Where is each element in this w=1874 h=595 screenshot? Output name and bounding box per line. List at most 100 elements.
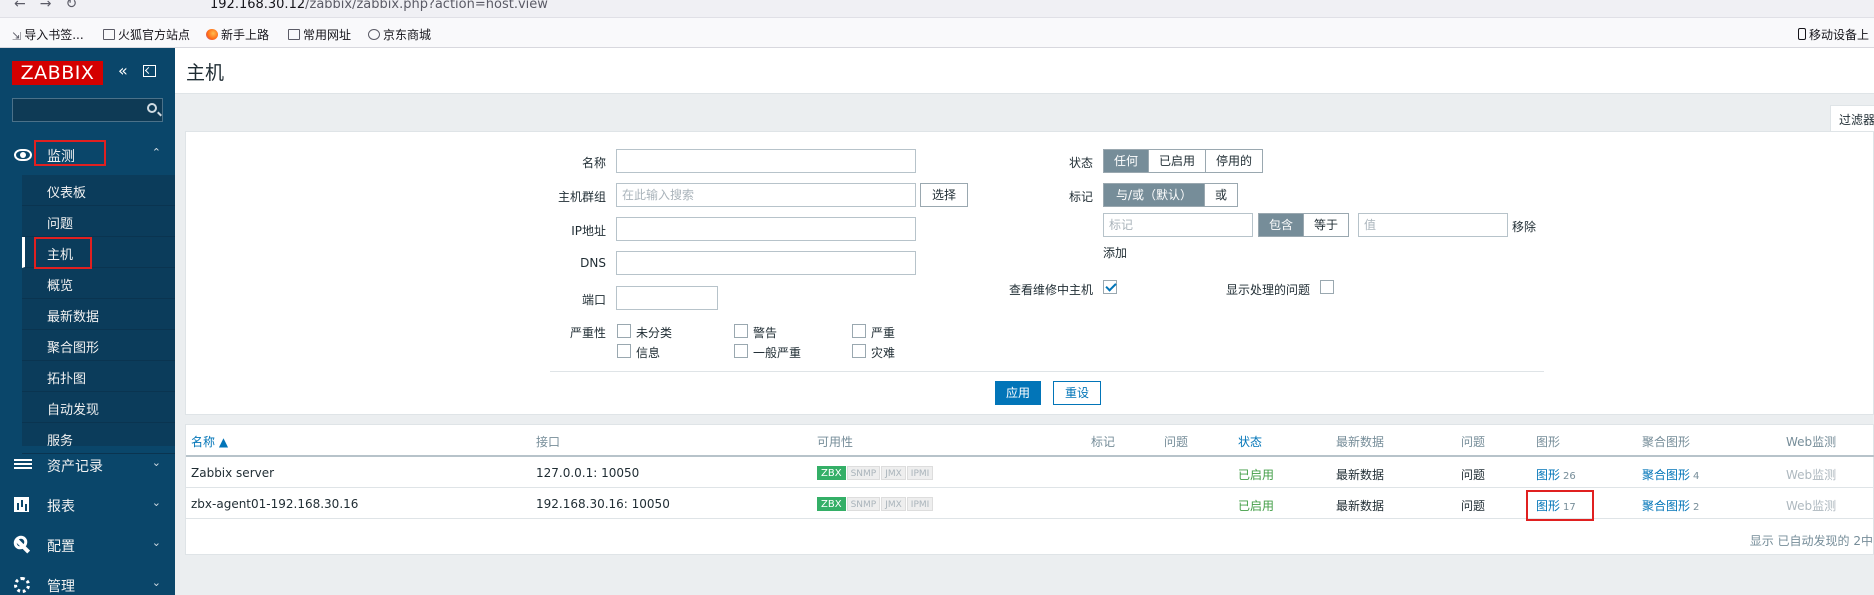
status-disabled-option[interactable]: 停用的 [1206,150,1263,172]
col-web-header: Web监测 [1786,435,1837,449]
severity-average-checkbox[interactable] [734,344,748,358]
tag-logic-or-option[interactable]: 或 [1205,184,1238,206]
sidebar-item-dashboard[interactable]: 仪表板 [22,175,175,206]
filter-port-input[interactable] [616,286,718,310]
row1-problems-link[interactable]: 问题 [1461,466,1485,483]
col-screens-header: 聚合图形 [1642,435,1691,449]
menu-reports[interactable]: 报表 ⌄ [0,486,175,524]
tag-name-input[interactable] [1103,213,1253,237]
tag-logic-segmented-control: 与/或（默认） 或 [1103,183,1239,207]
row2-latest-data-link[interactable]: 最新数据 [1336,497,1384,514]
sidebar-item-maps[interactable]: 拓扑图 [22,361,175,392]
bookmark-jd[interactable]: 京东商城 [368,26,431,43]
filter-name-input[interactable] [616,149,916,173]
row2-status-link[interactable]: 已启用 [1238,497,1274,514]
gear-icon [14,577,30,593]
filter-dns-label: DNS [580,256,606,270]
row2-name: zbx-agent01-192.168.30.16 [191,497,359,511]
browser-nav-icons[interactable]: ←→↻ [14,0,91,12]
severity-high-checkbox[interactable] [852,324,866,338]
page-title: 主机 [186,62,225,84]
severity-disaster-checkbox[interactable] [852,344,866,358]
tag-add-link[interactable]: 添加 [1103,244,1127,261]
row2-web: Web监测 [1786,499,1837,513]
menu-inventory[interactable]: 资产记录 ⌄ [0,446,175,484]
status-enabled-option[interactable]: 已启用 [1149,150,1207,172]
severity-information-checkbox[interactable] [617,344,631,358]
row1-graphs-link[interactable]: 图形 [1536,468,1560,482]
tag-logic-and-or-option[interactable]: 与/或（默认） [1104,184,1206,206]
filter-hostgroup-input[interactable] [616,183,916,207]
list-icon [14,459,32,469]
maintenance-label: 查看维修中主机 [1008,283,1093,297]
apply-button[interactable]: 应用 [995,381,1041,405]
bookmark-mobile[interactable]: 移动设备上 [1798,26,1869,43]
sidebar-item-discovery[interactable]: 自动发现 [22,392,175,423]
suppressed-problems-checkbox[interactable] [1320,280,1334,294]
kiosk-mode-icon[interactable] [143,65,156,77]
menu-configuration[interactable]: 配置 ⌄ [0,526,175,564]
reset-button[interactable]: 重设 [1053,381,1101,405]
filter-ip-label: IP地址 [571,224,606,238]
tag-operator-equals-option[interactable]: 等于 [1304,214,1349,236]
search-icon[interactable] [147,103,157,113]
sidebar-search-input[interactable] [12,98,163,122]
chevron-down-icon: ⌄ [151,576,161,589]
filter-severity-label: 严重性 [569,326,606,340]
row2-screens-link[interactable]: 聚合图形 [1642,499,1690,513]
menu-monitoring[interactable]: 监测 ⌃ [0,136,175,174]
zabbix-logo[interactable]: ZABBIX [12,61,103,85]
filter-tab[interactable]: 过滤器 [1830,105,1874,132]
sidebar-item-overview[interactable]: 概览 [22,268,175,299]
snmp-badge: SNMP [846,466,881,480]
header-divider [186,455,1874,457]
filter-dns-input[interactable] [616,251,916,275]
sidebar-item-problems[interactable]: 问题 [22,206,175,237]
filter-divider [550,371,1544,372]
sidebar-item-screens[interactable]: 聚合图形 [22,330,175,361]
wrench-icon [11,533,35,557]
chevron-up-icon: ⌃ [151,146,161,159]
row-divider [186,487,1874,488]
bookmark-common-sites[interactable]: 常用网址 [288,26,351,43]
tag-operator-segmented-control: 包含 等于 [1258,213,1350,237]
jmx-badge: JMX [881,497,906,511]
hostgroup-select-button[interactable]: 选择 [920,183,968,207]
sidebar-item-hosts[interactable]: 主机 [22,237,175,268]
col-name-header[interactable]: 名称 ▲ [191,433,228,450]
menu-administration[interactable]: 管理 ⌄ [0,566,175,595]
row1-latest-data-link[interactable]: 最新数据 [1336,466,1384,483]
tag-value-input[interactable] [1358,213,1508,237]
row2-graphs-link[interactable]: 图形 [1536,499,1560,513]
col-status-header[interactable]: 状态 [1238,433,1262,450]
row1-web: Web监测 [1786,468,1837,482]
filter-ip-input[interactable] [616,217,916,241]
sidebar-item-latest-data[interactable]: 最新数据 [22,299,175,330]
snmp-badge: SNMP [846,497,881,511]
bookmark-firefox-site[interactable]: 火狐官方站点 [103,26,190,43]
ipmi-badge: IPMI [906,497,934,511]
tag-remove-link[interactable]: 移除 [1512,218,1536,235]
col-problems2-header: 问题 [1461,435,1486,449]
report-chart-icon [14,497,29,512]
row1-name: Zabbix server [191,466,275,480]
tag-operator-contains-option[interactable]: 包含 [1259,214,1305,236]
row1-screens-link[interactable]: 聚合图形 [1642,468,1690,482]
row2-availability: ZBX SNMP JMX IPMI [817,497,934,511]
page-header: 主机 [175,48,1874,94]
monitoring-submenu: 仪表板 问题 主机 概览 最新数据 聚合图形 拓扑图 自动发现 服务 [22,175,175,454]
table-footer-summary: 显示 已自动发现的 2中 [1749,534,1873,548]
hosts-table: 名称 ▲ 接口 可用性 标记 问题 状态 最新数据 问题 图形 聚合图形 Web… [185,424,1874,555]
severity-not-classified-checkbox[interactable] [617,324,631,338]
row2-problems-link[interactable]: 问题 [1461,497,1485,514]
status-segmented-control: 任何 已启用 停用的 [1103,149,1264,173]
bookmark-getting-started[interactable]: 新手上路 [206,26,269,43]
status-any-option[interactable]: 任何 [1104,150,1150,172]
maintenance-checkbox[interactable] [1103,280,1117,294]
address-bar[interactable]: 192.168.30.12/zabbix/zabbix.php?action=h… [210,0,548,12]
row1-status-link[interactable]: 已启用 [1238,466,1274,483]
severity-warning-checkbox[interactable] [734,324,748,338]
filter-port-label: 端口 [581,293,606,307]
bookmark-import[interactable]: ⇲ 导入书签... [12,26,84,43]
collapse-sidebar-icon[interactable]: « [118,61,128,80]
